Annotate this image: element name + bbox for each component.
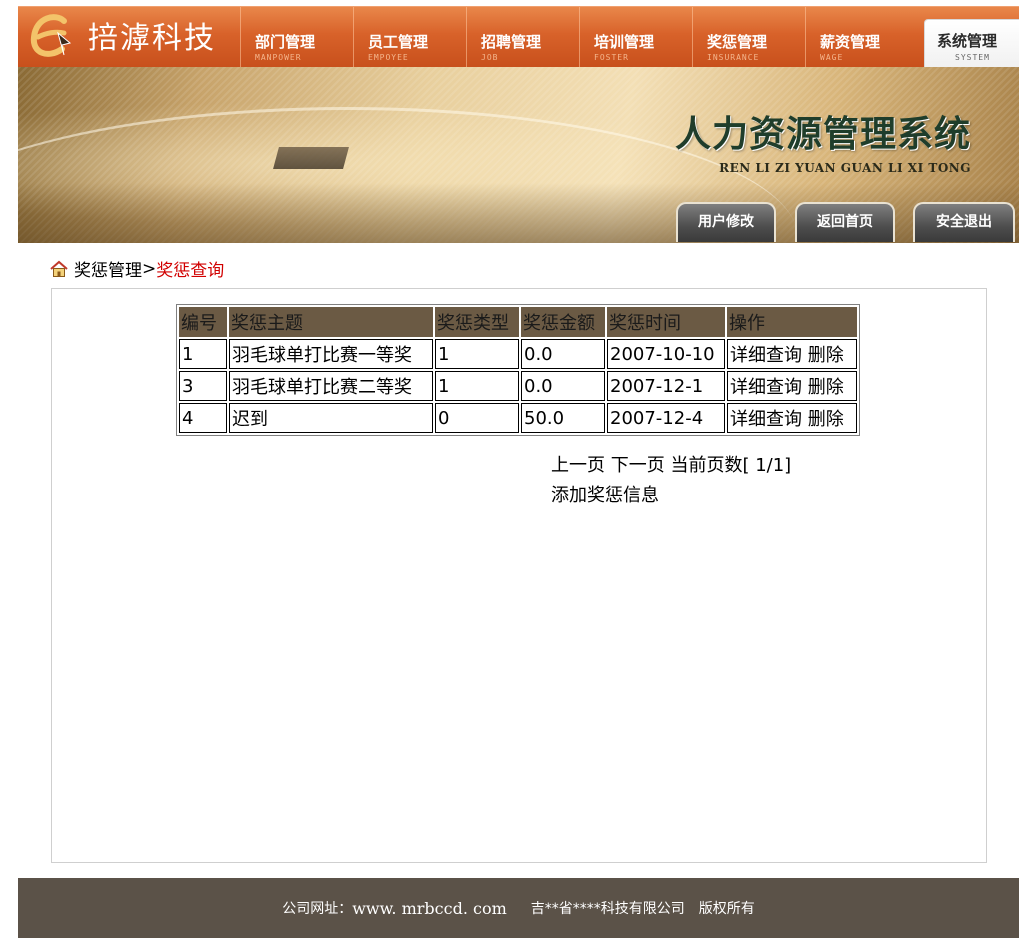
nav-sublabel: WAGE — [820, 53, 844, 62]
cell-actions: 详细查询 删除 — [727, 339, 857, 369]
footer-url[interactable]: www. mrbccd. com — [352, 899, 507, 918]
nav-label: 招聘管理 — [481, 33, 542, 51]
cell-date: 2007-12-4 — [607, 403, 725, 433]
detail-link[interactable]: 详细查询 — [730, 377, 802, 398]
nav-label: 薪资管理 — [820, 33, 881, 51]
top-nav-bar: 掊滹科技 部门管理 MANPOWER 员工管理 EMPOYEE 招聘管理 JOB… — [18, 6, 1019, 67]
nav-rewards[interactable]: 奖惩管理 INSURANCE — [692, 7, 805, 67]
nav-sublabel: EMPOYEE — [368, 53, 409, 62]
pagination: 上一页 下一页 当前页数[ 1/1] — [551, 451, 791, 477]
banner-title: 人力资源管理系统 — [674, 113, 971, 155]
cell-type: 1 — [435, 371, 519, 401]
cell-date: 2007-12-1 — [607, 371, 725, 401]
cell-type: 1 — [435, 339, 519, 369]
delete-link[interactable]: 删除 — [808, 377, 844, 398]
column-header: 奖惩类型 — [435, 307, 519, 337]
prev-page-link[interactable]: 上一页 — [551, 455, 605, 476]
table-row: 3 羽毛球单打比赛二等奖 1 0.0 2007-12-1 详细查询 删除 — [179, 371, 857, 401]
banner-stamp-graphic — [273, 147, 349, 169]
cell-subject: 羽毛球单打比赛一等奖 — [229, 339, 433, 369]
nav-label: 部门管理 — [255, 33, 316, 51]
column-header: 操作 — [727, 307, 857, 337]
delete-link[interactable]: 删除 — [808, 345, 844, 366]
breadcrumb-separator: > — [142, 258, 157, 279]
cell-subject: 羽毛球单打比赛二等奖 — [229, 371, 433, 401]
cell-id: 4 — [179, 403, 227, 433]
nav-employee[interactable]: 员工管理 EMPOYEE — [353, 7, 466, 67]
logout-button[interactable]: 安全退出 — [913, 202, 1015, 242]
nav-sublabel: MANPOWER — [255, 53, 302, 62]
footer-url-label: 公司网址： — [282, 901, 353, 917]
column-header: 奖惩主题 — [229, 307, 433, 337]
nav-label: 员工管理 — [368, 33, 429, 51]
logo: 掊滹科技 — [18, 7, 240, 67]
back-home-button[interactable]: 返回首页 — [795, 202, 895, 242]
logo-e-icon — [30, 14, 72, 57]
nav-label: 培训管理 — [594, 33, 655, 51]
home-icon — [50, 260, 68, 277]
cell-amount: 0.0 — [521, 339, 605, 369]
cell-id: 3 — [179, 371, 227, 401]
cell-date: 2007-10-10 — [607, 339, 725, 369]
footer-company: 吉**省****科技有限公司 — [530, 901, 685, 917]
nav-sublabel: JOB — [481, 53, 499, 62]
nav-sublabel: FOSTER — [594, 53, 629, 62]
nav-system[interactable]: 系统管理 SYSTEM — [924, 19, 1019, 67]
breadcrumb: 奖惩管理 > 奖惩查询 — [50, 256, 224, 281]
nav-department[interactable]: 部门管理 MANPOWER — [240, 7, 353, 67]
cell-amount: 0.0 — [521, 371, 605, 401]
page-indicator: 当前页数[ 1/1] — [670, 455, 792, 476]
cell-subject: 迟到 — [229, 403, 433, 433]
nav-training[interactable]: 培训管理 FOSTER — [579, 7, 692, 67]
nav-sublabel: SYSTEM — [955, 53, 990, 62]
delete-link[interactable]: 删除 — [808, 409, 844, 430]
edit-user-button[interactable]: 用户修改 — [676, 202, 776, 242]
cell-type: 0 — [435, 403, 519, 433]
next-page-link[interactable]: 下一页 — [611, 455, 665, 476]
cell-actions: 详细查询 删除 — [727, 403, 857, 433]
column-header: 编号 — [179, 307, 227, 337]
cell-actions: 详细查询 删除 — [727, 371, 857, 401]
breadcrumb-current: 奖惩查询 — [156, 261, 225, 281]
cell-amount: 50.0 — [521, 403, 605, 433]
footer: 公司网址： www. mrbccd. com 吉**省****科技有限公司 版权… — [18, 878, 1019, 938]
cell-id: 1 — [179, 339, 227, 369]
detail-link[interactable]: 详细查询 — [730, 345, 802, 366]
main-nav: 部门管理 MANPOWER 员工管理 EMPOYEE 招聘管理 JOB 培训管理… — [240, 7, 1019, 67]
breadcrumb-parent[interactable]: 奖惩管理 — [74, 256, 142, 281]
column-header: 奖惩时间 — [607, 307, 725, 337]
nav-recruitment[interactable]: 招聘管理 JOB — [466, 7, 579, 67]
table-header-row: 编号 奖惩主题 奖惩类型 奖惩金额 奖惩时间 操作 — [179, 307, 857, 337]
column-header: 奖惩金额 — [521, 307, 605, 337]
detail-link[interactable]: 详细查询 — [730, 409, 802, 430]
nav-label: 奖惩管理 — [707, 33, 768, 51]
nav-sublabel: INSURANCE — [707, 53, 760, 62]
banner-subtitle: REN LI ZI YUAN GUAN LI XI TONG — [719, 161, 971, 175]
rewards-table: 编号 奖惩主题 奖惩类型 奖惩金额 奖惩时间 操作 1 羽毛球单打比赛一等奖 1… — [176, 304, 860, 436]
table-row: 1 羽毛球单打比赛一等奖 1 0.0 2007-10-10 详细查询 删除 — [179, 339, 857, 369]
footer-rights: 版权所有 — [698, 901, 755, 917]
add-reward-link[interactable]: 添加奖惩信息 — [551, 481, 659, 507]
nav-salary[interactable]: 薪资管理 WAGE — [805, 7, 918, 67]
table-row: 4 迟到 0 50.0 2007-12-4 详细查询 删除 — [179, 403, 857, 433]
logo-text: 掊滹科技 — [88, 21, 216, 56]
nav-label: 系统管理 — [937, 32, 998, 50]
